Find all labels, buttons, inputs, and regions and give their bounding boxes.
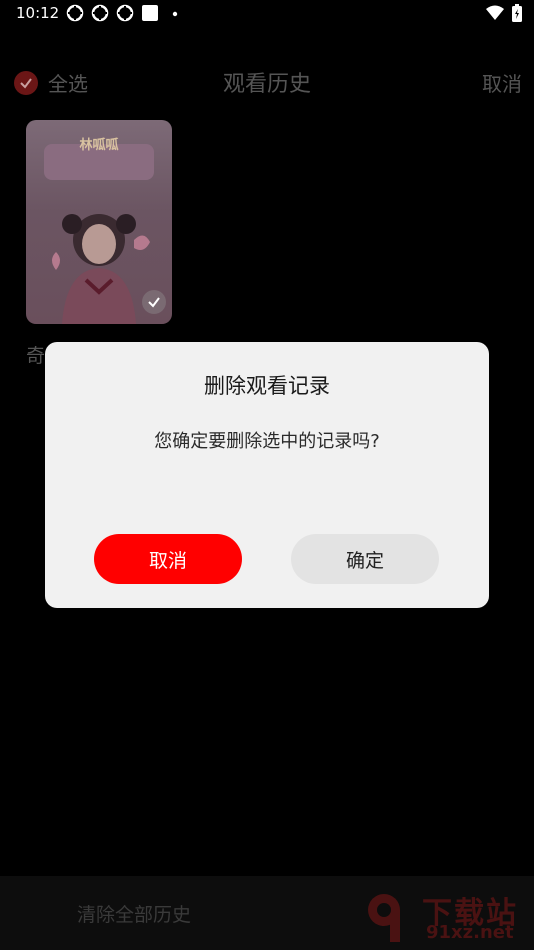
dot-icon: [172, 11, 178, 17]
dialog-cancel-button[interactable]: 取消: [94, 534, 242, 584]
history-item-caption: 奇: [26, 345, 46, 367]
page-title: 观看历史: [222, 72, 311, 97]
watermark-url: 91xz.net: [426, 922, 514, 943]
dialog-title: 删除观看记录: [204, 374, 330, 398]
dialog-message: 您确定要删除选中的记录吗?: [154, 431, 380, 452]
app-icon: [91, 4, 109, 22]
bottom-action-bar: 清除全部历史 下载站 91xz.net: [0, 876, 534, 950]
clear-all-history-button[interactable]: 清除全部历史: [0, 876, 268, 950]
status-bar: 10:12: [0, 0, 534, 30]
app-icon: [66, 4, 84, 22]
selected-check-icon[interactable]: [142, 290, 166, 314]
watermark-logo-icon: [368, 894, 400, 942]
history-item-card[interactable]: 林呱呱: [26, 120, 172, 324]
header-cancel-button[interactable]: 取消: [482, 68, 522, 97]
delete-confirm-dialog: 删除观看记录 您确定要删除选中的记录吗? 取消 确定: [45, 342, 489, 608]
status-system-icons: [486, 4, 522, 22]
poster-title: 林呱呱: [79, 138, 119, 153]
battery-icon: [512, 4, 522, 22]
status-time: 10:12: [16, 4, 60, 22]
wifi-icon: [486, 5, 504, 20]
status-notification-icons: [66, 4, 184, 22]
top-bar: 全选 观看历史 取消: [0, 56, 534, 104]
dialog-confirm-button[interactable]: 确定: [291, 534, 439, 584]
app-icon: [116, 4, 134, 22]
watermark: 下载站 91xz.net: [362, 888, 532, 944]
square-icon: [142, 5, 158, 21]
